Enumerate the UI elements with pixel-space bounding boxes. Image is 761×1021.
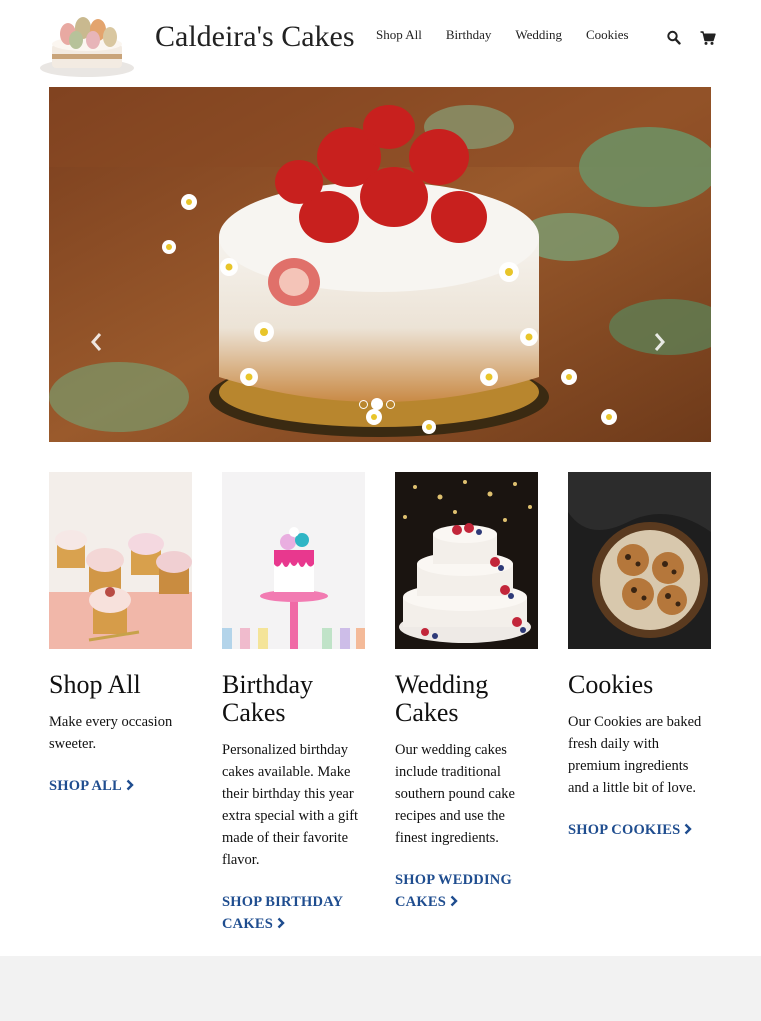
- product-description: Personalized birthday cakes available. M…: [222, 742, 359, 868]
- carousel-prev-icon[interactable]: [90, 332, 104, 352]
- shop-link-label: SHOP COOKIES: [568, 822, 681, 838]
- product-card-birthday: Birthday Cakes Personalized birthday cak…: [222, 472, 365, 935]
- shop-link-label: SHOP ALL: [49, 778, 122, 794]
- product-title: Birthday Cakes: [222, 670, 313, 727]
- nav-item-cookies[interactable]: Cookies: [586, 27, 629, 43]
- carousel-indicator-1[interactable]: [359, 399, 368, 409]
- shop-wedding-link[interactable]: SHOP WEDDING CAKES: [395, 869, 538, 913]
- carousel-indicator-2[interactable]: [371, 398, 383, 410]
- nav-item-birthday[interactable]: Birthday: [446, 27, 492, 43]
- site-footer: [0, 956, 761, 1021]
- shop-all-link[interactable]: SHOP ALL: [49, 775, 192, 797]
- hero-carousel[interactable]: [49, 87, 711, 442]
- birthday-cake-image[interactable]: [222, 472, 365, 649]
- product-title: Cookies: [568, 670, 654, 699]
- chevron-right-icon: [685, 823, 693, 835]
- site-header: Caldeira's Cakes Shop All Birthday Weddi…: [0, 0, 761, 87]
- chevron-right-icon: [126, 779, 134, 791]
- carousel-indicator-3[interactable]: [386, 399, 395, 409]
- product-description: Make every occasion sweeter.: [49, 714, 173, 752]
- wedding-cake-image[interactable]: [395, 472, 538, 649]
- product-description: Our Cookies are baked fresh daily with p…: [568, 714, 702, 796]
- product-card-wedding: Wedding Cakes Our wedding cakes include …: [395, 472, 538, 913]
- chevron-right-icon: [450, 895, 458, 907]
- shop-birthday-link[interactable]: SHOP BIRTHDAY CAKES: [222, 891, 365, 935]
- search-icon[interactable]: [667, 30, 681, 46]
- cookies-image[interactable]: [568, 472, 711, 649]
- hero-cake-image: [49, 87, 711, 442]
- main-nav: Shop All Birthday Wedding Cookies: [376, 27, 653, 43]
- nav-item-wedding[interactable]: Wedding: [515, 27, 562, 43]
- product-card-shop-all: Shop All Make every occasion sweeter. SH…: [49, 472, 192, 797]
- product-description: Our wedding cakes include traditional so…: [395, 742, 515, 846]
- product-title: Wedding Cakes: [395, 670, 489, 727]
- product-card-cookies: Cookies Our Cookies are baked fresh dail…: [568, 472, 711, 841]
- brand-name[interactable]: Caldeira's Cakes: [155, 20, 355, 54]
- shopping-cart-icon[interactable]: [700, 30, 716, 46]
- product-title: Shop All: [49, 670, 141, 699]
- nav-item-shop-all[interactable]: Shop All: [376, 27, 422, 43]
- shop-cookies-link[interactable]: SHOP COOKIES: [568, 819, 711, 841]
- chevron-right-icon: [277, 917, 285, 929]
- cake-logo-icon[interactable]: [38, 10, 136, 78]
- cupcakes-image[interactable]: [49, 472, 192, 649]
- carousel-indicators: [359, 398, 395, 410]
- carousel-next-icon[interactable]: [652, 332, 666, 352]
